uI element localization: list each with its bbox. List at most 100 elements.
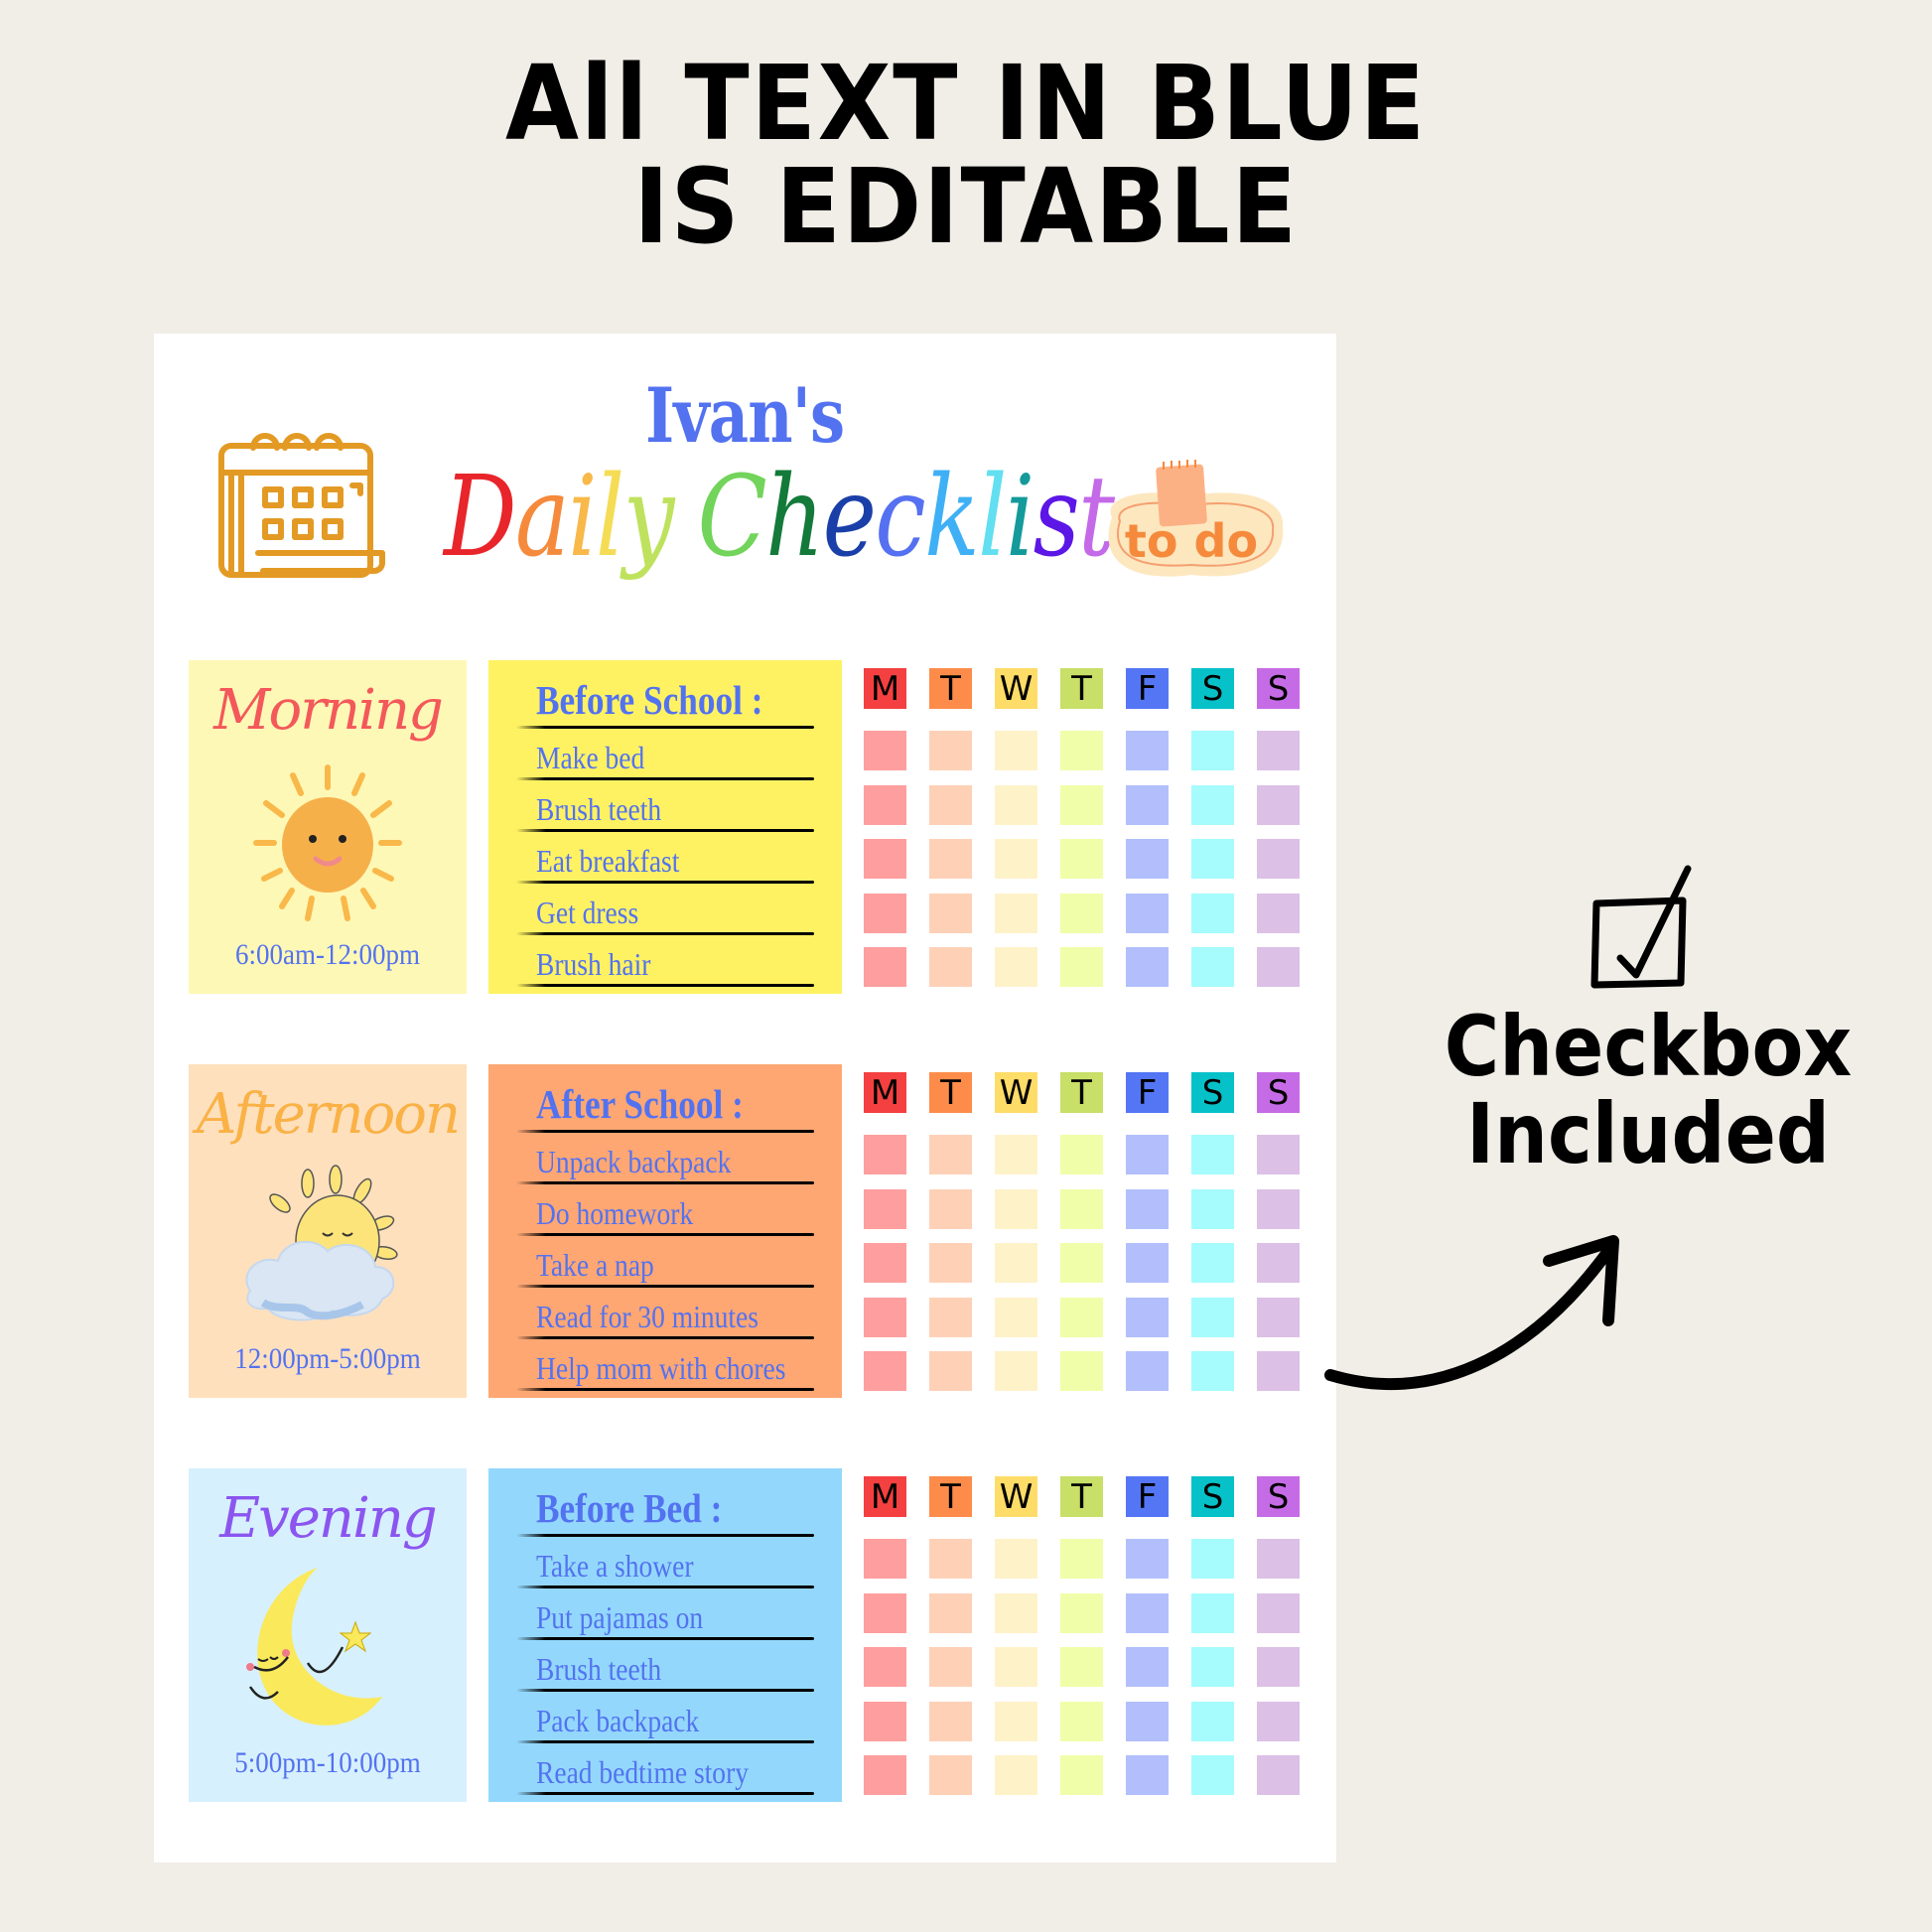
day-checkbox[interactable] [1191, 839, 1234, 879]
day-checkbox[interactable] [864, 893, 906, 933]
day-checkbox[interactable] [864, 1647, 906, 1687]
day-checkbox[interactable] [864, 947, 906, 987]
period-name[interactable]: Afternoon [189, 1082, 467, 1147]
list-item[interactable]: Unpack backpack [536, 1144, 731, 1180]
day-checkbox[interactable] [1191, 1188, 1234, 1229]
day-checkbox[interactable] [1126, 1297, 1169, 1337]
day-checkbox[interactable] [1191, 1297, 1234, 1337]
day-checkbox[interactable] [995, 839, 1037, 879]
list-item[interactable]: Help mom with chores [536, 1350, 785, 1387]
day-checkbox[interactable] [1126, 839, 1169, 879]
day-checkbox[interactable] [929, 893, 972, 933]
day-checkbox[interactable] [864, 1539, 906, 1579]
day-checkbox[interactable] [929, 947, 972, 987]
day-checkbox[interactable] [929, 1351, 972, 1391]
day-checkbox[interactable] [995, 731, 1037, 770]
day-checkbox[interactable] [929, 1592, 972, 1633]
day-checkbox[interactable] [1257, 1351, 1300, 1391]
day-checkbox[interactable] [864, 1351, 906, 1391]
day-checkbox[interactable] [1191, 1592, 1234, 1633]
day-checkbox[interactable] [1060, 784, 1103, 825]
day-checkbox[interactable] [1257, 1243, 1300, 1283]
day-checkbox[interactable] [1191, 893, 1234, 933]
day-checkbox[interactable] [1126, 947, 1169, 987]
day-checkbox[interactable] [1126, 731, 1169, 770]
day-checkbox[interactable] [995, 1539, 1037, 1579]
list-item[interactable]: Make bed [536, 740, 644, 776]
day-checkbox[interactable] [1060, 1592, 1103, 1633]
day-checkbox[interactable] [1257, 1297, 1300, 1337]
day-checkbox[interactable] [1126, 1592, 1169, 1633]
day-checkbox[interactable] [995, 1647, 1037, 1687]
day-checkbox[interactable] [1191, 1243, 1234, 1283]
day-checkbox[interactable] [864, 731, 906, 770]
list-item[interactable]: Get dress [536, 895, 638, 931]
day-checkbox[interactable] [995, 1297, 1037, 1337]
list-item[interactable]: Take a shower [536, 1548, 694, 1585]
day-checkbox[interactable] [1060, 1539, 1103, 1579]
day-checkbox[interactable] [1126, 784, 1169, 825]
day-checkbox[interactable] [1060, 1701, 1103, 1741]
day-checkbox[interactable] [1126, 1188, 1169, 1229]
day-checkbox[interactable] [1191, 1135, 1234, 1174]
day-checkbox[interactable] [1060, 1755, 1103, 1795]
day-checkbox[interactable] [1126, 1135, 1169, 1174]
day-checkbox[interactable] [1191, 947, 1234, 987]
day-checkbox[interactable] [864, 1755, 906, 1795]
list-item[interactable]: Eat breakfast [536, 843, 679, 880]
day-checkbox[interactable] [929, 1297, 972, 1337]
day-checkbox[interactable] [1257, 839, 1300, 879]
day-checkbox[interactable] [1060, 893, 1103, 933]
day-checkbox[interactable] [1060, 839, 1103, 879]
owner-name[interactable]: Ivan's [645, 371, 845, 460]
day-checkbox[interactable] [929, 1701, 972, 1741]
day-checkbox[interactable] [864, 1135, 906, 1174]
period-time[interactable]: 6:00am-12:00pm [203, 938, 453, 972]
day-checkbox[interactable] [1126, 1539, 1169, 1579]
day-checkbox[interactable] [995, 1135, 1037, 1174]
day-checkbox[interactable] [1191, 731, 1234, 770]
list-item[interactable]: Brush hair [536, 946, 650, 983]
day-checkbox[interactable] [1257, 1755, 1300, 1795]
list-title[interactable]: After School : [536, 1080, 744, 1128]
list-item[interactable]: Brush teeth [536, 791, 661, 828]
day-checkbox[interactable] [1060, 1351, 1103, 1391]
day-checkbox[interactable] [1257, 1539, 1300, 1579]
day-checkbox[interactable] [995, 893, 1037, 933]
day-checkbox[interactable] [1257, 731, 1300, 770]
day-checkbox[interactable] [929, 1647, 972, 1687]
day-checkbox[interactable] [1257, 947, 1300, 987]
day-checkbox[interactable] [864, 1297, 906, 1337]
day-checkbox[interactable] [995, 784, 1037, 825]
day-checkbox[interactable] [1191, 1539, 1234, 1579]
day-checkbox[interactable] [929, 1135, 972, 1174]
day-checkbox[interactable] [1257, 1188, 1300, 1229]
day-checkbox[interactable] [864, 784, 906, 825]
day-checkbox[interactable] [1126, 1351, 1169, 1391]
day-checkbox[interactable] [929, 1755, 972, 1795]
period-name[interactable]: Evening [189, 1486, 467, 1551]
day-checkbox[interactable] [929, 731, 972, 770]
day-checkbox[interactable] [929, 1188, 972, 1229]
day-checkbox[interactable] [1191, 1351, 1234, 1391]
day-checkbox[interactable] [1257, 1592, 1300, 1633]
day-checkbox[interactable] [864, 1243, 906, 1283]
day-checkbox[interactable] [929, 839, 972, 879]
day-checkbox[interactable] [995, 1592, 1037, 1633]
day-checkbox[interactable] [995, 947, 1037, 987]
day-checkbox[interactable] [1191, 1647, 1234, 1687]
day-checkbox[interactable] [1257, 784, 1300, 825]
list-item[interactable]: Brush teeth [536, 1651, 661, 1688]
period-time[interactable]: 5:00pm-10:00pm [203, 1746, 453, 1780]
day-checkbox[interactable] [1191, 1701, 1234, 1741]
day-checkbox[interactable] [1126, 893, 1169, 933]
day-checkbox[interactable] [995, 1188, 1037, 1229]
list-item[interactable]: Take a nap [536, 1247, 654, 1284]
day-checkbox[interactable] [864, 1188, 906, 1229]
list-item[interactable]: Put pajamas on [536, 1599, 703, 1636]
day-checkbox[interactable] [1191, 1755, 1234, 1795]
day-checkbox[interactable] [1257, 1135, 1300, 1174]
day-checkbox[interactable] [1060, 947, 1103, 987]
day-checkbox[interactable] [995, 1351, 1037, 1391]
day-checkbox[interactable] [1060, 1135, 1103, 1174]
